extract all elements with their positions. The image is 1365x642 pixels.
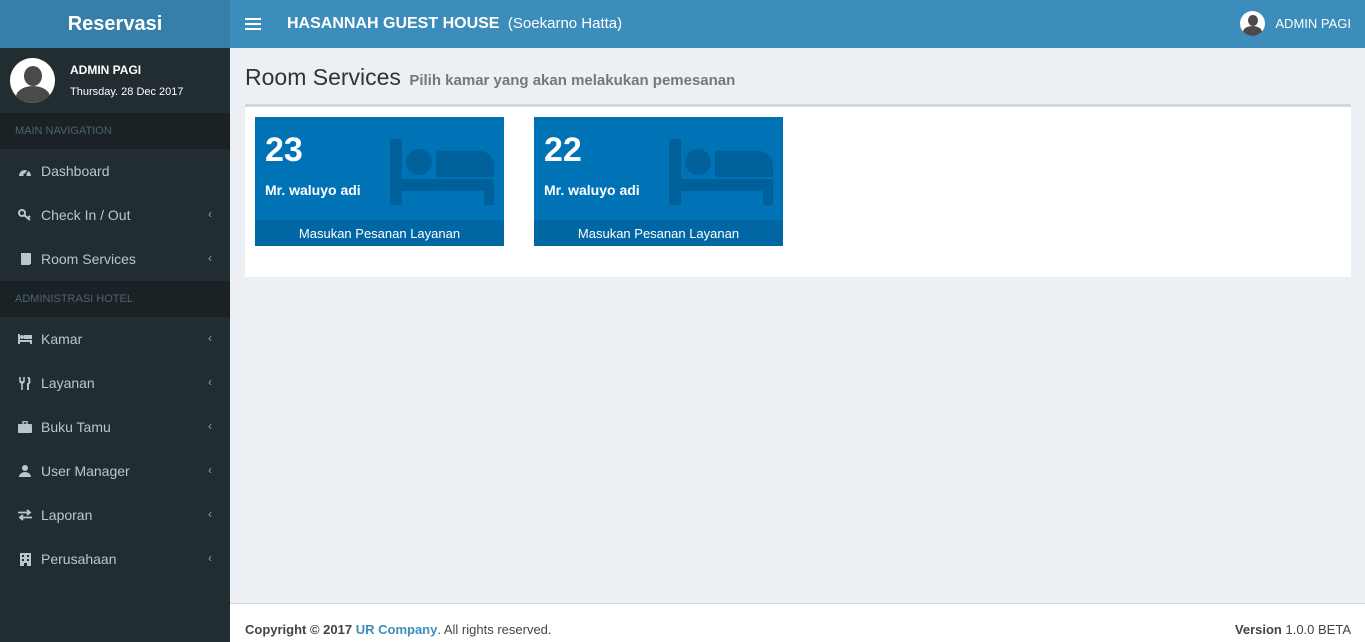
header-subtitle: (Soekarno Hatta): [507, 15, 623, 32]
sidebar-item-label: Room Services: [41, 251, 136, 267]
menu-toggle-icon[interactable]: [245, 18, 261, 30]
rooms-box: 23 Mr. waluyo adi Masukan Pesanan Layana…: [245, 104, 1351, 277]
nav-header-admin: ADMINISTRASI HOTEL: [0, 281, 230, 317]
building-icon: [18, 552, 32, 566]
user-panel: ADMIN PAGI Thursday. 28 Dec 2017: [0, 48, 230, 113]
sidebar: Reservasi ADMIN PAGI Thursday. 28 Dec 20…: [0, 0, 230, 642]
book-icon: [18, 253, 32, 265]
main-content: Room Services Pilih kamar yang akan mela…: [230, 48, 1365, 603]
bed-icon: [669, 139, 774, 205]
sidebar-item-label: Dashboard: [41, 163, 110, 179]
exchange-icon: [18, 509, 32, 521]
chevron-left-icon: ‹: [208, 331, 212, 345]
chevron-left-icon: ‹: [208, 375, 212, 389]
sidebar-item-label: Perusahaan: [41, 551, 117, 567]
sidebar-item-layanan[interactable]: Layanan ‹: [0, 361, 230, 405]
company-link[interactable]: UR Company: [356, 622, 438, 637]
header-title: HASANNAH GUEST HOUSE (Soekarno Hatta): [287, 15, 622, 33]
user-date: Thursday. 28 Dec 2017: [70, 86, 184, 98]
chevron-left-icon: ‹: [208, 207, 212, 221]
sidebar-item-label: Kamar: [41, 331, 83, 347]
room-number: 23: [265, 131, 303, 169]
cutlery-icon: [18, 376, 32, 390]
page-subtitle: Pilih kamar yang akan melakukan pemesana…: [409, 72, 736, 89]
sidebar-item-label: Layanan: [41, 375, 95, 391]
bed-icon: [390, 139, 495, 205]
sidebar-item-label: Check In / Out: [41, 207, 131, 223]
header-title-text: HASANNAH GUEST HOUSE: [287, 15, 500, 32]
order-service-button[interactable]: Masukan Pesanan Layanan: [255, 220, 504, 246]
sidebar-item-dashboard[interactable]: Dashboard: [0, 149, 230, 193]
chevron-left-icon: ‹: [208, 507, 212, 521]
version-label: Version: [1234, 622, 1282, 637]
copyright-text: Copyright © 2017: [245, 622, 353, 637]
order-service-button[interactable]: Masukan Pesanan Layanan: [534, 220, 783, 246]
sidebar-item-label: Buku Tamu: [41, 419, 111, 435]
chevron-left-icon: ‹: [208, 419, 212, 433]
header-user-menu[interactable]: ADMIN PAGI: [1240, 11, 1351, 36]
room-number: 22: [544, 131, 582, 169]
room-card[interactable]: 23 Mr. waluyo adi Masukan Pesanan Layana…: [255, 117, 504, 246]
header-avatar: [1240, 11, 1266, 36]
briefcase-icon: [18, 421, 32, 433]
room-guest: Mr. waluyo adi: [544, 182, 640, 198]
page-title: Room Services Pilih kamar yang akan mela…: [245, 64, 735, 91]
page-footer: Copyright © 2017 UR Company. All rights …: [230, 603, 1365, 642]
copyright: Copyright © 2017 UR Company. All rights …: [245, 622, 552, 637]
sidebar-item-label: Laporan: [41, 507, 93, 523]
page-title-text: Room Services: [245, 64, 401, 90]
sidebar-item-user-manager[interactable]: User Manager ‹: [0, 449, 230, 493]
app-logo[interactable]: Reservasi: [0, 0, 230, 48]
key-icon: [18, 209, 32, 221]
room-card[interactable]: 22 Mr. waluyo adi Masukan Pesanan Layana…: [534, 117, 783, 246]
bed-icon: [18, 334, 32, 344]
nav-header-main: MAIN NAVIGATION: [0, 113, 230, 149]
user-name: ADMIN PAGI: [70, 63, 142, 77]
top-header: HASANNAH GUEST HOUSE (Soekarno Hatta) AD…: [230, 0, 1365, 48]
sidebar-item-laporan[interactable]: Laporan ‹: [0, 493, 230, 537]
room-guest: Mr. waluyo adi: [265, 182, 361, 198]
version-number: 1.0.0 BETA: [1285, 622, 1351, 637]
rights-text: . All rights reserved.: [437, 622, 552, 637]
chevron-left-icon: ‹: [208, 251, 212, 265]
header-user-name: ADMIN PAGI: [1275, 16, 1351, 31]
sidebar-item-room-services[interactable]: Room Services ‹: [0, 237, 230, 281]
sidebar-item-check-in-out[interactable]: Check In / Out ‹: [0, 193, 230, 237]
user-avatar: [10, 58, 55, 103]
dashboard-icon: [18, 165, 32, 177]
chevron-left-icon: ‹: [208, 463, 212, 477]
sidebar-item-kamar[interactable]: Kamar ‹: [0, 317, 230, 361]
chevron-left-icon: ‹: [208, 551, 212, 565]
sidebar-item-buku-tamu[interactable]: Buku Tamu ‹: [0, 405, 230, 449]
sidebar-item-label: User Manager: [41, 463, 130, 479]
version-info: Version 1.0.0 BETA: [1235, 622, 1351, 637]
user-icon: [18, 465, 32, 477]
sidebar-item-perusahaan[interactable]: Perusahaan ‹: [0, 537, 230, 581]
